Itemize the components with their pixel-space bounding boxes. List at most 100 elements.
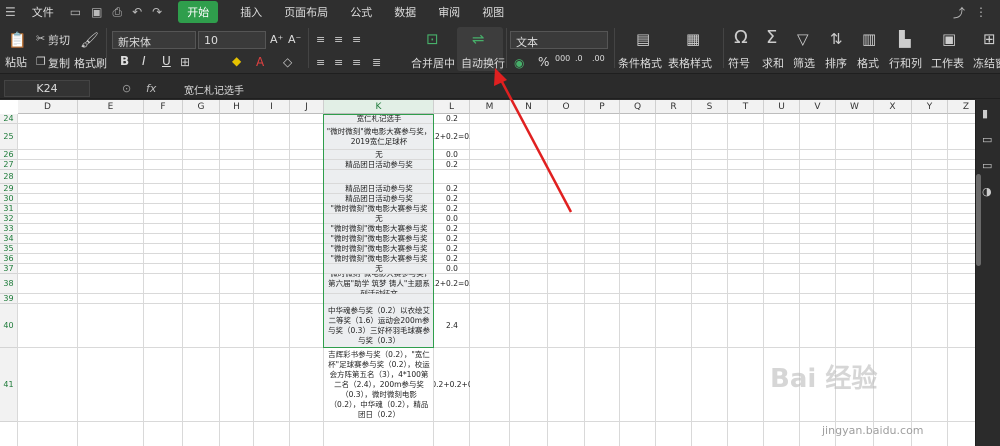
- increase-font-icon[interactable]: A⁺: [270, 33, 283, 46]
- cell-l30[interactable]: 0.2: [434, 194, 470, 204]
- name-box[interactable]: K24: [4, 80, 90, 97]
- column-header-v[interactable]: V: [800, 100, 836, 114]
- cell-k41[interactable]: 吉辉彩书参与奖（0.2），"宽仁杯"足球赛参与奖（0.2），校运会方阵第五名（3…: [324, 348, 434, 422]
- row-header-29[interactable]: 29: [0, 184, 18, 194]
- row-header-38[interactable]: 38: [0, 274, 18, 294]
- format-icon[interactable]: ▥: [862, 31, 876, 47]
- font-color-icon[interactable]: A: [256, 54, 264, 70]
- cell-l24[interactable]: 0.2: [434, 114, 470, 124]
- column-header-q[interactable]: Q: [620, 100, 656, 114]
- align-justify-icon[interactable]: ≣: [372, 55, 381, 71]
- formula-input[interactable]: 宽仁札记选手: [184, 82, 244, 97]
- table-style-icon[interactable]: ▦: [686, 31, 700, 47]
- cell-l39[interactable]: [434, 294, 470, 304]
- underline-button[interactable]: U: [162, 54, 171, 68]
- align-right-icon[interactable]: ≡: [352, 55, 361, 71]
- merge-center-icon[interactable]: ⊡: [426, 31, 439, 47]
- paste-icon[interactable]: 📋: [8, 32, 27, 48]
- copy-icon[interactable]: ❐: [36, 54, 46, 70]
- panel-icon[interactable]: ▭: [982, 158, 992, 174]
- column-header-l[interactable]: L: [434, 100, 470, 114]
- align-bottom-icon[interactable]: ≡: [352, 32, 361, 48]
- column-header-u[interactable]: U: [764, 100, 800, 114]
- row-header-32[interactable]: 32: [0, 214, 18, 224]
- panel-icon[interactable]: ▭: [982, 132, 992, 148]
- cell-l25[interactable]: 0.2+0.2=0.4: [434, 124, 470, 150]
- tab-page-layout[interactable]: 页面布局: [284, 4, 328, 20]
- cell-l26[interactable]: 0.0: [434, 150, 470, 160]
- tab-home[interactable]: 开始: [178, 1, 219, 23]
- number-format-select[interactable]: 文本: [510, 31, 608, 49]
- more-icon[interactable]: ⋮: [975, 5, 987, 19]
- row-header-39[interactable]: 39: [0, 294, 18, 304]
- italic-button[interactable]: I: [142, 54, 146, 68]
- conditional-format-button[interactable]: 条件格式: [618, 55, 662, 71]
- row-header-26[interactable]: 26: [0, 150, 18, 160]
- cell-l34[interactable]: 0.2: [434, 234, 470, 244]
- cell-l40[interactable]: 2.4: [434, 304, 470, 348]
- clear-icon[interactable]: ◇: [283, 54, 292, 70]
- sort-icon[interactable]: ⇅: [830, 31, 843, 47]
- tab-review[interactable]: 审阅: [438, 4, 460, 20]
- row-col-button[interactable]: 行和列: [889, 55, 922, 71]
- print-icon[interactable]: ⎙: [112, 5, 122, 20]
- cut-icon[interactable]: ✂: [36, 31, 45, 47]
- share-icon[interactable]: ⤴: [953, 4, 965, 21]
- currency-icon[interactable]: ◉: [514, 55, 524, 71]
- font-size-select[interactable]: 10: [198, 31, 266, 49]
- row-header-33[interactable]: 33: [0, 224, 18, 234]
- bold-button[interactable]: B: [120, 54, 129, 68]
- panel-icon[interactable]: ▮: [982, 106, 988, 122]
- cell-l33[interactable]: 0.2: [434, 224, 470, 234]
- increase-decimal-button[interactable]: .0: [575, 54, 583, 63]
- redo-icon[interactable]: ↷: [152, 5, 162, 19]
- align-left-icon[interactable]: ≡: [316, 55, 325, 71]
- wrap-text-button[interactable]: 自动换行: [461, 55, 505, 71]
- column-header-n[interactable]: N: [510, 100, 548, 114]
- column-header-t[interactable]: T: [728, 100, 764, 114]
- table-style-button[interactable]: 表格样式: [668, 55, 712, 71]
- column-header-k[interactable]: K: [324, 100, 434, 114]
- undo-icon[interactable]: ↶: [132, 5, 142, 19]
- thousands-button[interactable]: 000: [555, 54, 570, 63]
- row-header-31[interactable]: 31: [0, 204, 18, 214]
- row-header-41[interactable]: 41: [0, 348, 18, 422]
- cell-l36[interactable]: 0.2: [434, 254, 470, 264]
- row-col-icon[interactable]: ▙: [899, 31, 911, 47]
- tab-insert[interactable]: 插入: [240, 4, 262, 20]
- row-header-37[interactable]: 37: [0, 264, 18, 274]
- row-header-40[interactable]: 40: [0, 304, 18, 348]
- vertical-scrollbar[interactable]: [976, 174, 981, 266]
- filter-icon[interactable]: ▽: [797, 31, 809, 47]
- column-header-h[interactable]: H: [220, 100, 254, 114]
- row-header-36[interactable]: 36: [0, 254, 18, 264]
- column-header-x[interactable]: X: [874, 100, 912, 114]
- freeze-panes-button[interactable]: 冻结窗格: [973, 55, 1000, 71]
- decrease-font-icon[interactable]: A⁻: [288, 33, 301, 46]
- open-icon[interactable]: ▭: [70, 5, 81, 19]
- fill-color-icon[interactable]: ◆: [232, 53, 241, 69]
- freeze-icon[interactable]: ⊞: [983, 31, 996, 47]
- sum-button[interactable]: 求和: [762, 55, 784, 71]
- row-header-25[interactable]: 25: [0, 124, 18, 150]
- cell-l38[interactable]: 0.2+0.2=0.4: [434, 274, 470, 294]
- sum-icon[interactable]: Σ: [766, 29, 777, 47]
- panel-icon[interactable]: ◑: [982, 184, 992, 200]
- row-header-35[interactable]: 35: [0, 244, 18, 254]
- worksheet-icon[interactable]: ▣: [942, 31, 956, 47]
- cell-l35[interactable]: 0.2: [434, 244, 470, 254]
- cell-l28[interactable]: [434, 170, 470, 184]
- format-painter-button[interactable]: 格式刷: [74, 55, 107, 71]
- tab-view[interactable]: 视图: [482, 4, 504, 20]
- column-header-m[interactable]: M: [470, 100, 510, 114]
- row-header-27[interactable]: 27: [0, 160, 18, 170]
- cell-l41[interactable]: 0.2+0.2+0.2+0.2+0.2+0.3+3+2.4=6.7: [434, 348, 470, 422]
- cell-l27[interactable]: 0.2: [434, 160, 470, 170]
- format-button[interactable]: 格式: [857, 55, 879, 71]
- worksheet-button[interactable]: 工作表: [931, 55, 964, 71]
- column-header-w[interactable]: W: [836, 100, 874, 114]
- paste-button[interactable]: 粘贴: [5, 54, 27, 70]
- column-header-f[interactable]: F: [144, 100, 183, 114]
- column-header-p[interactable]: P: [585, 100, 620, 114]
- sort-button[interactable]: 排序: [825, 55, 847, 71]
